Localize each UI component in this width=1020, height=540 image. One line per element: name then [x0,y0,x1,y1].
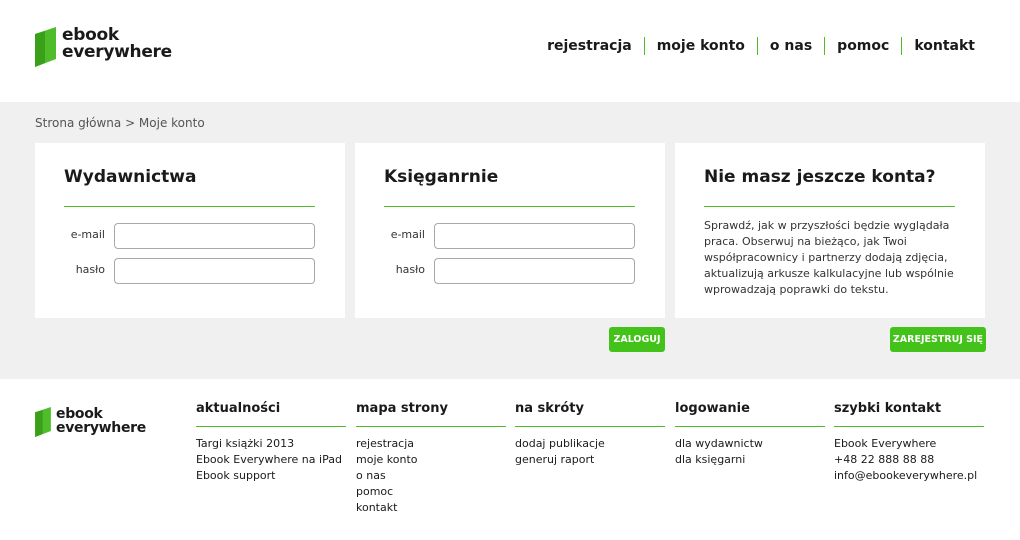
footer-contact-name: Ebook Everywhere [834,437,937,450]
footer-link[interactable]: moje konto [356,452,506,468]
footer-link[interactable]: Targi książki 2013 [196,436,346,452]
nav-link-rejestracja[interactable]: rejestracja [547,37,644,55]
register-description: Sprawdź, jak w przyszłości będzie wygląd… [704,219,954,296]
footer-link[interactable]: dla księgarni [675,452,825,468]
footer-link[interactable]: Ebook support [196,468,346,484]
register-title: Nie masz jeszcze konta? [704,167,936,187]
password-label: hasło [395,263,425,276]
breadcrumb[interactable]: Strona główna > Moje konto [35,116,205,130]
nav-link-moje-konto[interactable]: moje konto [643,37,757,55]
footer-logo-text: ebook everywhere [56,407,146,435]
footer-column-contact: szybki kontakt Ebook Everywhere +48 22 8… [834,401,984,484]
main-content: Strona główna > Moje konto Wydawnictwa e… [0,102,1020,379]
publishers-login-panel: Wydawnictwa e-mail hasło [35,143,345,318]
divider [64,206,315,207]
divider [704,206,955,207]
footer-link[interactable]: generuj raport [515,452,665,468]
footer-contact-phone[interactable]: +48 22 888 88 88 [834,452,984,468]
register-button[interactable]: ZAREJESTRUJ SIĘ [890,327,986,352]
footer-column-title: aktualności [196,401,346,427]
footer-column-title: na skróty [515,401,665,427]
email-label: e-mail [70,228,105,241]
site-footer: ebook everywhere aktualności Targi książ… [0,379,1020,540]
logo-line-2: everywhere [56,420,146,436]
logo[interactable]: ebook everywhere [35,27,172,67]
nav-link-pomoc[interactable]: pomoc [824,37,901,55]
nav-link-kontakt[interactable]: kontakt [901,37,975,55]
footer-column-title: mapa strony [356,401,506,427]
footer-column-news: aktualności Targi książki 2013 Ebook Eve… [196,401,346,484]
bookstores-login-panel: Księganrnie e-mail hasło [355,143,665,318]
bookstores-title: Księganrnie [384,167,499,187]
book-logo-icon [35,27,56,67]
footer-link[interactable]: o nas [356,468,506,484]
publishers-password-input[interactable] [114,258,315,284]
footer-column-shortcuts: na skróty dodaj publikacje generuj rapor… [515,401,665,468]
bookstores-password-input[interactable] [434,258,635,284]
logo-text: ebook everywhere [62,27,172,61]
logo-line-1: ebook [56,406,103,422]
main-nav: rejestracja moje konto o nas pomoc konta… [547,37,975,55]
book-logo-icon [35,407,51,437]
footer-column-login: logowanie dla wydawnictw dla księgarni [675,401,825,468]
password-label: hasło [75,263,105,276]
publishers-title: Wydawnictwa [64,167,197,187]
footer-link[interactable]: rejestracja [356,436,506,452]
site-header: ebook everywhere rejestracja moje konto … [0,0,1020,102]
logo-line-2: everywhere [62,42,172,62]
nav-link-o-nas[interactable]: o nas [756,37,824,55]
footer-link[interactable]: dla wydawnictw [675,436,825,452]
footer-logo[interactable]: ebook everywhere [35,407,146,437]
email-label: e-mail [390,228,425,241]
publishers-email-input[interactable] [114,223,315,249]
footer-column-title: logowanie [675,401,825,427]
bookstores-email-input[interactable] [434,223,635,249]
login-button[interactable]: ZALOGUJ [609,327,665,352]
footer-column-sitemap: mapa strony rejestracja moje konto o nas… [356,401,506,516]
footer-contact-email[interactable]: info@ebookeverywhere.pl [834,468,984,484]
footer-column-title: szybki kontakt [834,401,984,427]
register-info-panel: Nie masz jeszcze konta? Sprawdź, jak w p… [675,143,985,318]
footer-link[interactable]: dodaj publikacje [515,436,665,452]
footer-link[interactable]: Ebook Everywhere na iPad [196,452,346,468]
divider [384,206,635,207]
footer-link[interactable]: kontakt [356,500,506,516]
footer-link[interactable]: pomoc [356,484,506,500]
